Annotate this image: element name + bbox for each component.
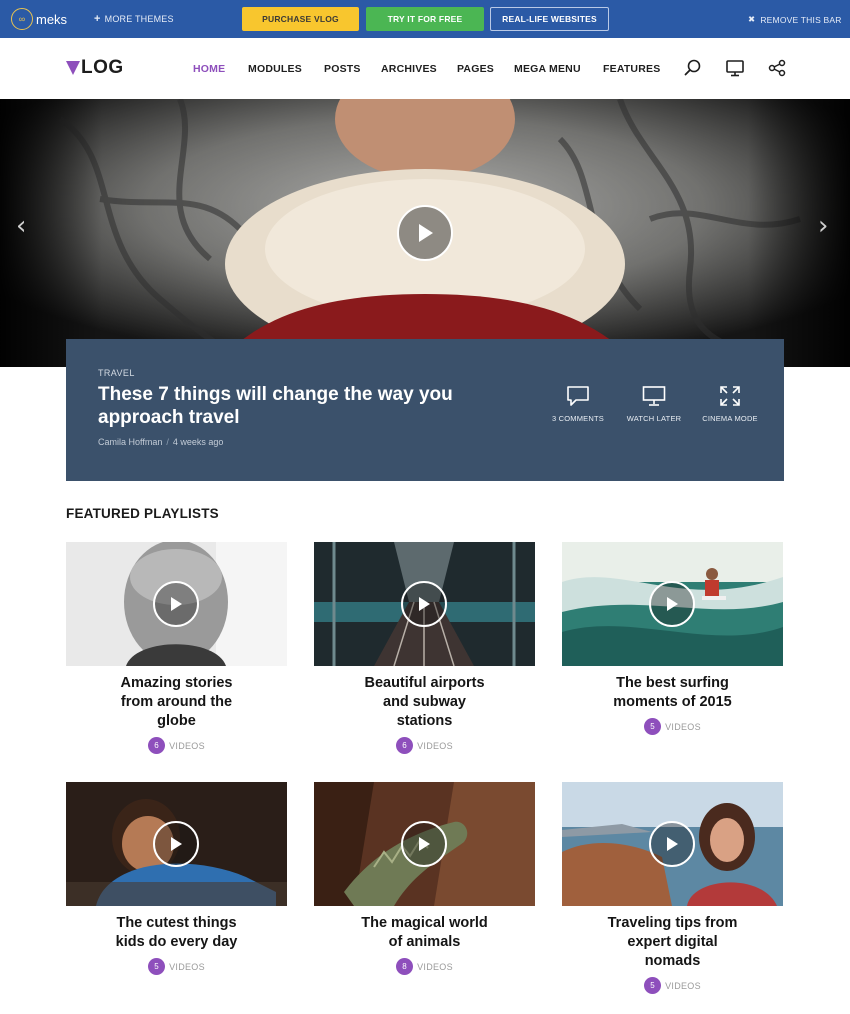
hero-play-button[interactable] (397, 205, 453, 261)
play-button[interactable] (153, 821, 199, 867)
nav-posts[interactable]: POSTS (324, 63, 361, 75)
remove-bar-label: REMOVE THIS BAR (760, 14, 842, 25)
site-header: LOG HOME MODULES POSTS ARCHIVES PAGES ME… (0, 38, 850, 99)
video-count: 8 VIDEOS (314, 958, 535, 975)
nav-pages[interactable]: PAGES (457, 63, 494, 75)
comments-label: 3 COMMENTS (551, 414, 604, 423)
featured-playlists-heading: FEATURED PLAYLISTS (66, 506, 219, 521)
play-button[interactable] (401, 581, 447, 627)
comments-action[interactable]: 3 COMMENTS (543, 385, 613, 423)
playlist-card[interactable]: The best surfing moments of 2015 5 VIDEO… (562, 542, 783, 735)
play-button[interactable] (401, 821, 447, 867)
count-badge: 5 (644, 718, 662, 735)
playlist-title[interactable]: Traveling tips from expert digital nomad… (562, 914, 783, 971)
playlist-card[interactable]: Beautiful airports and subway stations 6… (314, 542, 535, 754)
playlist-title[interactable]: Amazing stories from around the globe (66, 674, 287, 731)
nav-features[interactable]: FEATURES (603, 63, 660, 75)
video-count: 6 VIDEOS (314, 737, 535, 754)
watch-later-monitor-icon[interactable] (726, 59, 744, 77)
count-badge: 5 (644, 977, 662, 994)
site-logo[interactable]: LOG (66, 58, 124, 78)
hero-meta: Camila Hoffman/4 weeks ago (98, 437, 224, 447)
share-icon[interactable] (768, 59, 786, 77)
playlist-title[interactable]: The best surfing moments of 2015 (562, 674, 783, 712)
monitor-icon (642, 386, 666, 406)
play-icon (419, 224, 433, 242)
play-icon (419, 597, 430, 611)
videos-label: VIDEOS (169, 740, 205, 751)
real-life-websites-button[interactable]: REAL-LIFE WEBSITES (490, 7, 609, 31)
hero-title[interactable]: These 7 things will change the way you a… (98, 383, 518, 429)
nav-archives[interactable]: ARCHIVES (381, 63, 437, 75)
watch-later-label: WATCH LATER (626, 414, 682, 423)
play-icon (419, 837, 430, 851)
hero-category[interactable]: TRAVEL (98, 368, 135, 378)
playlist-card[interactable]: Amazing stories from around the globe 6 … (66, 542, 287, 754)
meks-logo-icon: ∞ (11, 8, 33, 30)
plus-icon: + (94, 12, 101, 25)
videos-label: VIDEOS (665, 980, 701, 991)
more-themes-label: MORE THEMES (104, 14, 174, 24)
meks-brand: meks (36, 11, 68, 27)
try-free-button[interactable]: TRY IT FOR FREE (366, 7, 484, 31)
play-button[interactable] (649, 581, 695, 627)
expand-icon (720, 386, 740, 406)
nav-modules[interactable]: MODULES (248, 63, 302, 75)
playlist-thumbnail[interactable] (66, 782, 287, 906)
purchase-button[interactable]: PURCHASE VLOG (242, 7, 359, 31)
close-icon: ✖ (748, 14, 756, 24)
playlist-thumbnail[interactable] (314, 782, 535, 906)
videos-label: VIDEOS (169, 961, 205, 972)
videos-label: VIDEOS (417, 740, 453, 751)
remove-bar-link[interactable]: ✖ REMOVE THIS BAR (748, 14, 842, 25)
playlist-thumbnail[interactable] (66, 542, 287, 666)
play-icon (171, 597, 182, 611)
playlist-card[interactable]: The magical world of animals 8 VIDEOS (314, 782, 535, 975)
slider-prev-arrow[interactable]: ‹ (16, 211, 26, 241)
play-icon (171, 837, 182, 851)
hero-author[interactable]: Camila Hoffman (98, 437, 162, 447)
meks-logo[interactable]: ∞ meks (11, 8, 67, 30)
count-badge: 6 (148, 737, 166, 754)
promo-bar: ∞ meks + MORE THEMES PURCHASE VLOG TRY I… (0, 0, 850, 38)
count-badge: 6 (396, 737, 414, 754)
video-count: 5 VIDEOS (562, 718, 783, 735)
playlist-card[interactable]: The cutest things kids do every day 5 VI… (66, 782, 287, 975)
video-count: 5 VIDEOS (66, 958, 287, 975)
watch-later-action[interactable]: WATCH LATER (619, 385, 689, 423)
playlist-title[interactable]: Beautiful airports and subway stations (314, 674, 535, 731)
playlist-title[interactable]: The magical world of animals (314, 914, 535, 952)
cinema-mode-label: CINEMA MODE (702, 414, 758, 423)
cinema-mode-action[interactable]: CINEMA MODE (695, 385, 765, 423)
play-button[interactable] (153, 581, 199, 627)
playlist-thumbnail[interactable] (562, 542, 783, 666)
logo-v-mark (66, 61, 80, 75)
more-themes-link[interactable]: + MORE THEMES (94, 12, 174, 25)
comment-icon (567, 386, 589, 406)
video-count: 6 VIDEOS (66, 737, 287, 754)
logo-text: LOG (81, 57, 124, 78)
nav-mega-menu[interactable]: MEGA MENU (514, 63, 581, 75)
video-count: 5 VIDEOS (562, 977, 783, 994)
playlist-thumbnail[interactable] (314, 542, 535, 666)
playlist-thumbnail[interactable] (562, 782, 783, 906)
playlist-title[interactable]: The cutest things kids do every day (66, 914, 287, 952)
play-icon (667, 597, 678, 611)
count-badge: 5 (148, 958, 166, 975)
videos-label: VIDEOS (417, 961, 453, 972)
slider-next-arrow[interactable]: › (818, 211, 828, 241)
hero-time: 4 weeks ago (172, 437, 224, 447)
search-icon[interactable] (684, 59, 702, 77)
videos-label: VIDEOS (665, 721, 701, 732)
playlist-card[interactable]: Traveling tips from expert digital nomad… (562, 782, 783, 994)
hero-info-box: TRAVEL These 7 things will change the wa… (66, 339, 784, 481)
play-icon (667, 837, 678, 851)
nav-home[interactable]: HOME (193, 63, 225, 75)
count-badge: 8 (396, 958, 414, 975)
play-button[interactable] (649, 821, 695, 867)
